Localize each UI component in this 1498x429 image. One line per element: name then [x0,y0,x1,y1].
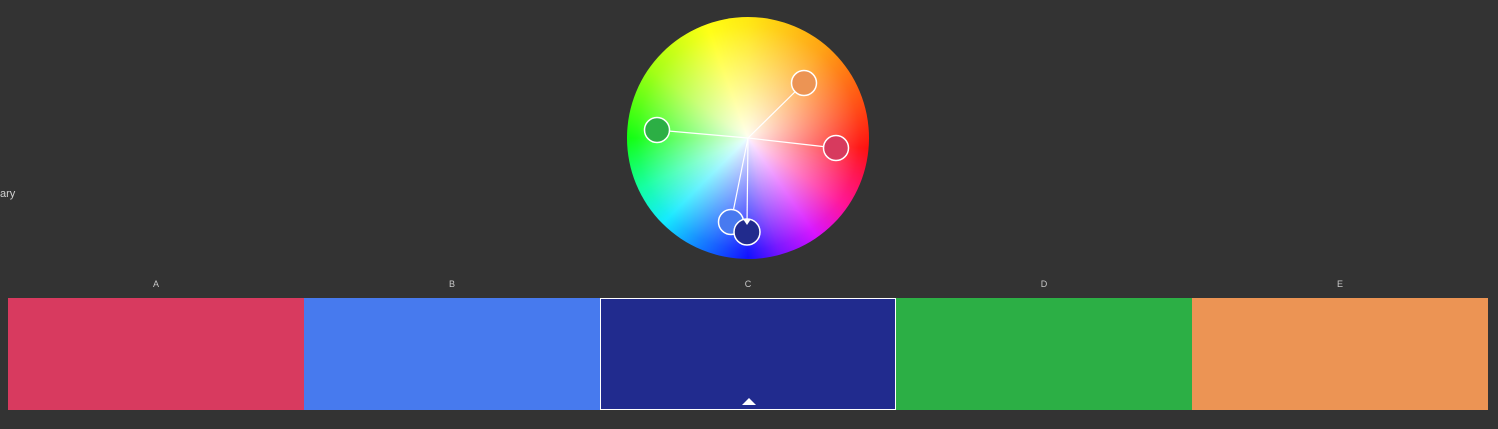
connector-line-c [746,137,749,226]
swatch-a[interactable] [8,298,304,410]
swatch-labels-row: A B C D E [8,279,1488,291]
swatch-label-d: D [1040,279,1048,289]
swatch-d[interactable] [896,298,1192,410]
swatch-label-b: B [448,279,455,289]
swatch-b[interactable] [304,298,600,410]
wheel-handle-a[interactable] [822,134,850,162]
color-wheel-handles[interactable] [627,17,869,259]
swatch-e[interactable] [1192,298,1488,410]
connector-line-d [656,129,749,139]
swatch-label-c: C [744,279,752,289]
swatch-c[interactable] [600,298,896,410]
color-swatches [8,298,1488,410]
color-wheel[interactable] [627,17,869,259]
wheel-handle-e[interactable] [790,69,818,97]
wheel-handle-d[interactable] [643,116,671,144]
base-color-caret-icon [742,398,756,405]
connector-line-a [747,137,837,149]
swatch-label-e: E [1336,279,1343,289]
sidebar-truncated-label: ary [0,188,16,200]
swatch-label-a: A [152,279,159,289]
